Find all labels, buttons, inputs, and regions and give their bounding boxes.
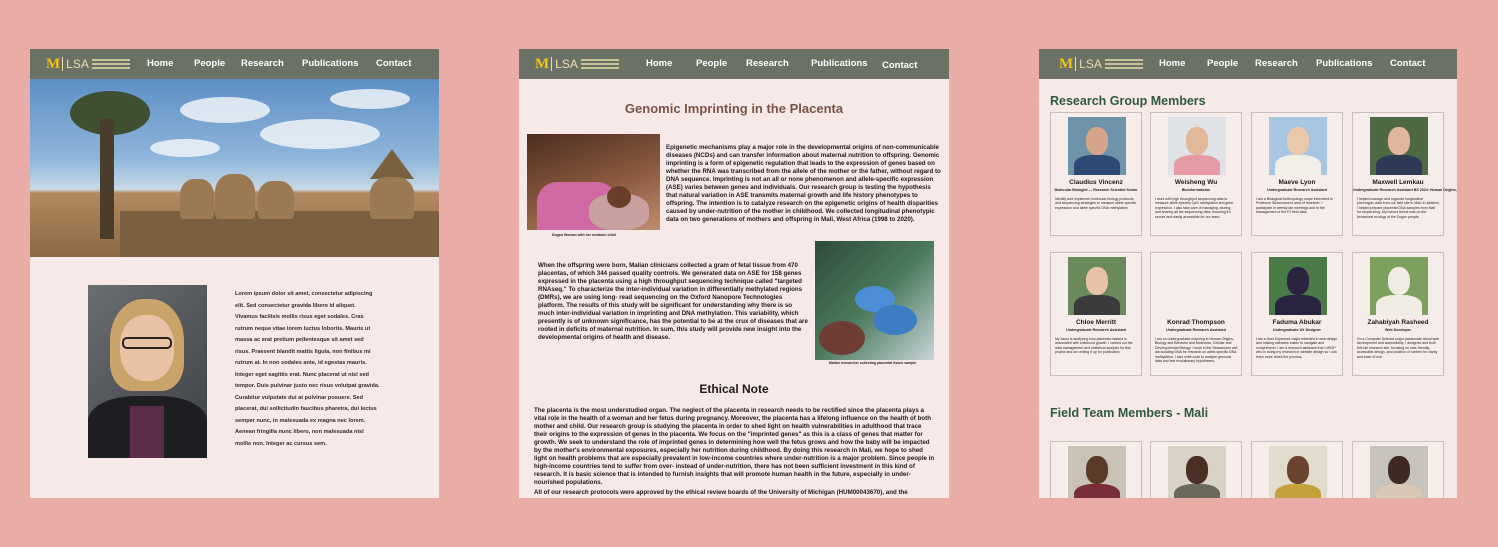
member-photo <box>1370 117 1428 175</box>
nav-contact[interactable]: Contact <box>1390 49 1425 79</box>
page-title: Genomic Imprinting in the Placenta <box>624 101 844 116</box>
member-description: I'm a Computer Science major passionate … <box>1357 337 1439 359</box>
field-team-heading: Field Team Members - Mali <box>1050 406 1209 420</box>
bio-text: Lorem ipsum dolor sit amet, consectetur … <box>235 291 380 447</box>
member-photo <box>1168 117 1226 175</box>
member-description: Identify and implement molecular biology… <box>1055 197 1137 210</box>
member-role: Undergraduate Research Assistant BS 2024… <box>1353 188 1457 192</box>
faculty-portrait <box>88 285 207 458</box>
member-card[interactable]: Faduma Abukar Undergraduate UX Designer … <box>1251 252 1343 376</box>
member-photo <box>1269 257 1327 315</box>
study-paragraph: When the offspring were born, Malian cli… <box>538 262 808 341</box>
member-card[interactable]: Chloe Merritt Undergraduate Research Ass… <box>1050 252 1142 376</box>
member-card[interactable]: Maxwell Lemkau Undergraduate Research As… <box>1352 112 1457 236</box>
field-member-card[interactable] <box>1251 441 1343 498</box>
member-role: Undergraduate UX Designer <box>1273 328 1321 332</box>
field-member-card[interactable] <box>1352 441 1444 498</box>
member-card[interactable]: Weisheng Wu Bioinformatician I work with… <box>1150 112 1242 236</box>
member-card[interactable]: Konrad Thompson Undergraduate Research A… <box>1150 252 1242 376</box>
member-card[interactable]: Zahabiyah Rasheed Web Developer I'm a Co… <box>1352 252 1444 376</box>
logo-mark: M <box>535 55 549 72</box>
member-role: Web Developer <box>1385 328 1411 332</box>
member-description: My focus is analyzing how placental mala… <box>1055 337 1133 355</box>
member-description: I am a Biological Anthropology major int… <box>1256 197 1333 215</box>
member-role: Undergraduate Research Assistant <box>1166 328 1226 332</box>
nav-research[interactable]: Research <box>1255 49 1298 79</box>
member-name: Zahabiyah Rasheed <box>1367 319 1429 326</box>
logo-unit: LSA <box>551 57 578 71</box>
nav-people[interactable]: People <box>696 49 727 79</box>
ethical-note-heading: Ethical Note <box>699 382 769 396</box>
top-navigation: M LSA Home People Research Publications … <box>519 49 949 79</box>
university-logo[interactable]: M LSA <box>46 56 130 73</box>
member-description: I am a User Experince major intrested in… <box>1256 337 1338 359</box>
member-role: Undergraduate Research Assistant <box>1066 328 1126 332</box>
hero-image-village <box>30 79 439 257</box>
intro-paragraph: Epigenetic mechanisms play a major role … <box>666 144 941 223</box>
member-card[interactable]: Claudius Vincenz Molecular Biologist — R… <box>1050 112 1142 236</box>
lab-researcher-image <box>815 241 934 360</box>
member-card[interactable]: Maeve Lyon Undergraduate Research Assist… <box>1251 112 1343 236</box>
logo-mark: M <box>46 55 60 72</box>
logo-unit: LSA <box>1075 57 1102 71</box>
member-photo <box>1068 446 1126 498</box>
university-logo[interactable]: M LSA <box>1059 56 1143 73</box>
member-name: Claudius Vincenz <box>1069 179 1123 186</box>
member-role: Bioinformatician <box>1181 188 1211 192</box>
nav-home[interactable]: Home <box>646 49 672 79</box>
member-name: Maeve Lyon <box>1278 179 1316 186</box>
nav-publications[interactable]: Publications <box>1316 49 1372 79</box>
member-photo <box>1269 446 1327 498</box>
nav-publications[interactable]: Publications <box>811 49 867 79</box>
member-name: Maxwell Lemkau <box>1372 179 1424 186</box>
top-navigation: M LSA Home People Research Publications … <box>1039 49 1457 79</box>
logo-mark: M <box>1059 55 1073 72</box>
image-caption: Dogon Woman with her newborn child <box>552 233 616 237</box>
nav-home[interactable]: Home <box>1159 49 1185 79</box>
ethical-paragraph: The placenta is the most understudied or… <box>534 407 935 486</box>
mother-newborn-image <box>527 134 660 230</box>
member-photo <box>1168 446 1226 498</box>
member-role: Molecular Biologist — Research Scientist… <box>1054 188 1138 192</box>
home-page-panel: M LSA Home People Research Publications … <box>30 49 439 498</box>
member-name: Konrad Thompson <box>1167 319 1225 326</box>
member-photo <box>1068 117 1126 175</box>
research-group-heading: Research Group Members <box>1050 94 1206 108</box>
nav-publications[interactable]: Publications <box>302 49 358 79</box>
member-photo <box>1269 117 1327 175</box>
member-role: Undergraduate Research Assistant <box>1267 188 1327 192</box>
member-photo <box>1370 257 1428 315</box>
approval-paragraph: All of our research protocols were appro… <box>534 489 908 496</box>
member-name: Faduma Abukar <box>1272 319 1322 326</box>
member-photo <box>1370 446 1428 498</box>
member-name: Chloe Merritt <box>1075 319 1117 326</box>
nav-people[interactable]: People <box>1207 49 1238 79</box>
image-caption: Malian researcher collecting placental t… <box>829 361 917 365</box>
nav-contact[interactable]: Contact <box>882 51 917 81</box>
university-logo[interactable]: M LSA <box>535 56 619 73</box>
top-navigation: M LSA Home People Research Publications … <box>30 49 439 79</box>
nav-people[interactable]: People <box>194 49 225 79</box>
research-page-panel: M LSA Home People Research Publications … <box>519 49 949 498</box>
people-page-panel: M LSA Home People Research Publications … <box>1039 49 1457 498</box>
nav-home[interactable]: Home <box>147 49 173 79</box>
field-member-card[interactable] <box>1150 441 1242 498</box>
nav-contact[interactable]: Contact <box>376 49 411 79</box>
nav-research[interactable]: Research <box>241 49 284 79</box>
member-description: I work with high throughput sequencing d… <box>1155 197 1234 219</box>
member-description: I am an undergraduate majoring in Human … <box>1155 337 1238 364</box>
logo-unit: LSA <box>62 57 89 71</box>
field-member-card[interactable] <box>1050 441 1142 498</box>
member-description: I helped manage and organize longitudina… <box>1357 197 1440 219</box>
member-photo <box>1068 257 1126 315</box>
nav-research[interactable]: Research <box>746 49 789 79</box>
member-name: Weisheng Wu <box>1174 179 1218 186</box>
